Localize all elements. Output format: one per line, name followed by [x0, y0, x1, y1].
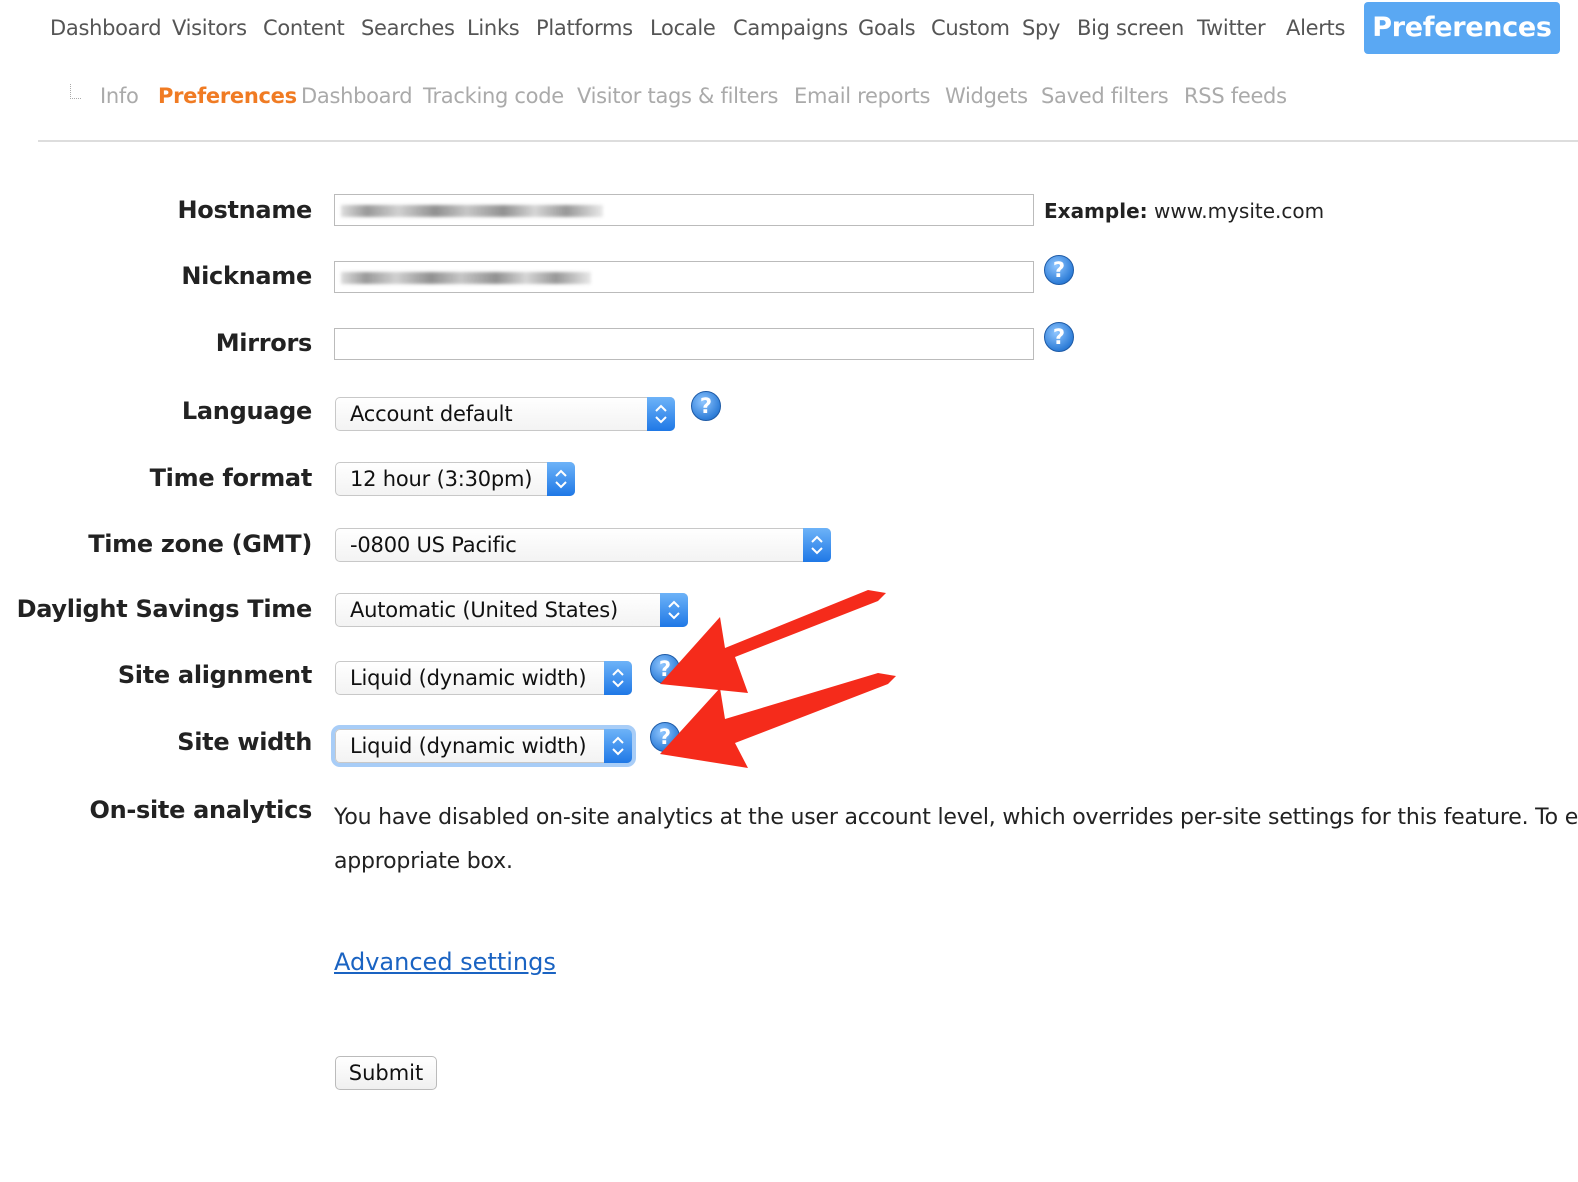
annotation-arrows: [660, 590, 896, 768]
annotation-arrow: [660, 590, 886, 693]
